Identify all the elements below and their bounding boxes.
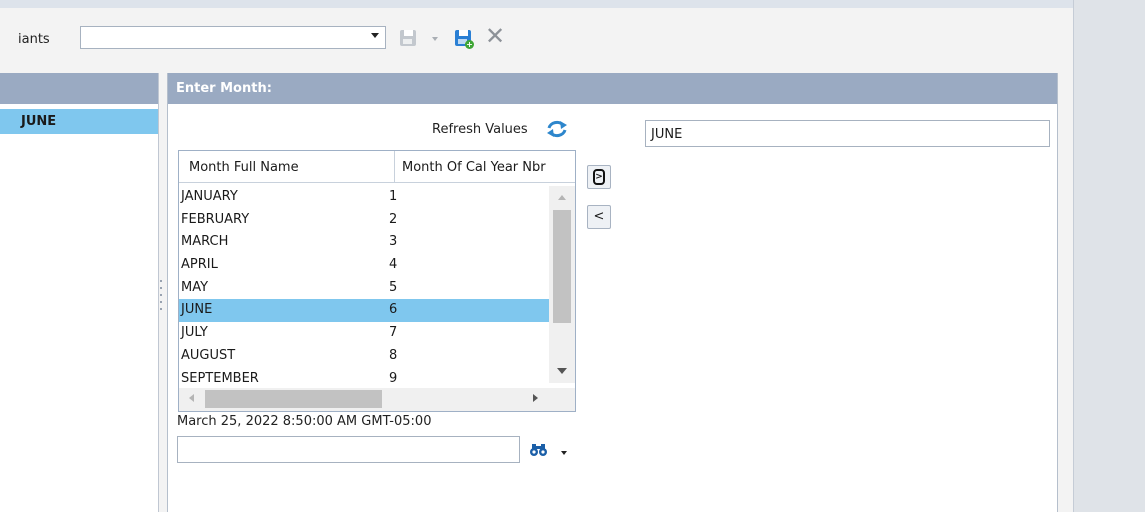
dropdown-arrow-icon[interactable] xyxy=(371,33,379,38)
horizontal-scrollbar[interactable] xyxy=(179,388,549,411)
scroll-corner xyxy=(549,388,575,411)
row-month-nbr: 9 xyxy=(389,370,398,386)
right-gutter xyxy=(1073,0,1145,512)
row-month-nbr: 2 xyxy=(389,211,398,227)
table-row[interactable]: FEBRUARY 2 xyxy=(179,209,549,232)
scroll-right-icon[interactable] xyxy=(533,394,538,402)
left-panel-item[interactable]: JUNE xyxy=(0,109,158,134)
row-month-name: FEBRUARY xyxy=(181,211,250,227)
row-month-name: JANUARY xyxy=(181,189,238,204)
grid-header: Month Full Name Month Of Cal Year Nbr xyxy=(179,151,575,183)
vertical-scroll-thumb[interactable] xyxy=(553,210,571,323)
save-disabled-icon[interactable] xyxy=(398,28,418,48)
scroll-left-icon[interactable] xyxy=(189,394,194,402)
row-month-nbr: 7 xyxy=(389,325,398,341)
row-month-nbr: 6 xyxy=(389,302,398,318)
move-left-button[interactable]: < xyxy=(587,205,611,229)
horizontal-scroll-thumb[interactable] xyxy=(205,390,382,408)
row-month-name: MAY xyxy=(181,279,209,295)
left-panel-header xyxy=(0,73,158,104)
timestamp: March 25, 2022 8:50:00 AM GMT-05:00 xyxy=(177,414,432,429)
grid-rows: JANUARY 1 FEBRUARY 2 MARCH 3 APRIL 4 MAY… xyxy=(179,186,549,390)
row-month-name: JUNE xyxy=(181,302,213,318)
row-month-name: AUGUST xyxy=(181,347,236,363)
top-strip xyxy=(0,0,1073,8)
row-month-nbr: 1 xyxy=(389,189,398,204)
row-month-nbr: 4 xyxy=(389,257,398,273)
vertical-scrollbar[interactable] xyxy=(549,186,575,383)
splitter-grip[interactable] xyxy=(159,275,163,315)
row-month-nbr: 8 xyxy=(389,347,398,363)
move-all-icon: > xyxy=(593,169,605,185)
scroll-up-icon[interactable] xyxy=(558,195,566,200)
row-month-name: JULY xyxy=(181,325,208,341)
month-panel-header: Enter Month: xyxy=(168,73,1057,104)
table-row[interactable]: JULY 7 xyxy=(179,322,549,345)
row-month-name: MARCH xyxy=(181,234,229,250)
refresh-icon[interactable] xyxy=(546,119,568,139)
close-icon[interactable]: ✕ xyxy=(485,24,505,48)
binoculars-icon[interactable] xyxy=(529,443,549,457)
table-row[interactable]: AUGUST 8 xyxy=(179,345,549,368)
save-as-icon[interactable]: + xyxy=(453,28,474,49)
move-all-button[interactable]: > xyxy=(587,165,611,189)
row-month-nbr: 3 xyxy=(389,234,398,250)
variants-select[interactable] xyxy=(80,26,386,49)
variants-label: iants xyxy=(18,32,50,47)
table-row[interactable]: SEPTEMBER 9 xyxy=(179,368,549,391)
column-header-month-full-name[interactable]: Month Full Name xyxy=(179,151,395,183)
table-row[interactable]: MARCH 3 xyxy=(179,231,549,254)
scroll-down-icon[interactable] xyxy=(557,368,567,374)
row-month-name: SEPTEMBER xyxy=(181,370,259,386)
table-row[interactable]: JANUARY 1 xyxy=(179,186,549,209)
search-dropdown-icon[interactable] xyxy=(561,451,567,455)
selected-values-field[interactable]: JUNE xyxy=(645,120,1050,147)
left-panel: JUNE xyxy=(0,73,158,512)
column-header-month-nbr[interactable]: Month Of Cal Year Nbr xyxy=(395,151,575,183)
save-dropdown-icon[interactable] xyxy=(432,37,438,41)
row-month-nbr: 5 xyxy=(389,279,398,295)
refresh-values-label[interactable]: Refresh Values xyxy=(432,122,528,137)
table-row[interactable]: MAY 5 xyxy=(179,277,549,300)
row-month-name: APRIL xyxy=(181,257,218,273)
month-grid: Month Full Name Month Of Cal Year Nbr JA… xyxy=(178,150,576,412)
table-row-selected[interactable]: JUNE 6 xyxy=(179,299,549,323)
table-row[interactable]: APRIL 4 xyxy=(179,254,549,277)
search-input[interactable] xyxy=(177,436,520,463)
